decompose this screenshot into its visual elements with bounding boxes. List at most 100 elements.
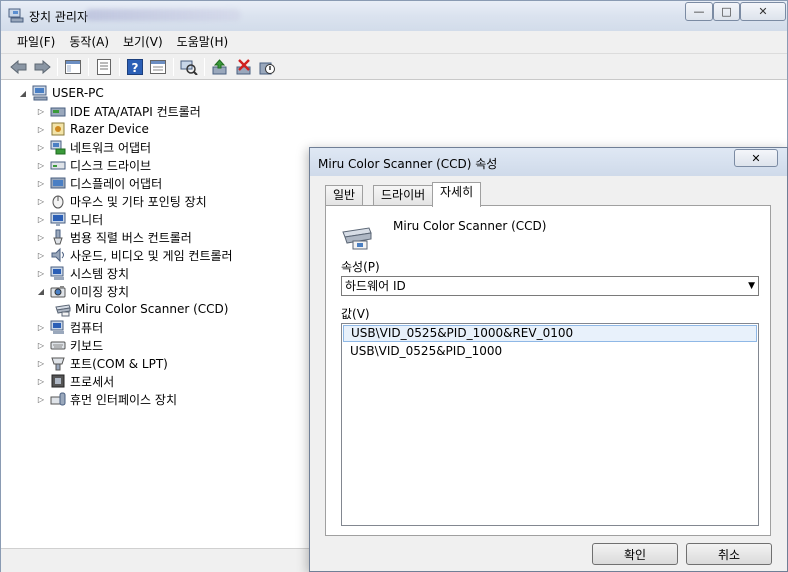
expand-arrow-icon[interactable]: ▷: [36, 340, 46, 350]
tree-item-label: 사운드, 비디오 및 게임 컨트롤러: [70, 248, 233, 263]
close-button[interactable]: ✕: [740, 2, 786, 21]
dialog-title: Miru Color Scanner (CCD) 속성: [318, 157, 498, 171]
help-icon[interactable]: ?: [126, 58, 144, 76]
tree-child-item[interactable]: Miru Color Scanner (CCD): [55, 300, 228, 318]
tree-item-label: IDE ATA/ATAPI 컨트롤러: [70, 104, 201, 119]
tree-item[interactable]: ▷ 마우스 및 기타 포인팅 장치: [36, 192, 207, 210]
minimize-button[interactable]: —: [685, 2, 713, 21]
maximize-button[interactable]: □: [713, 2, 740, 21]
tree-item-label: 키보드: [70, 338, 104, 353]
list-item[interactable]: USB\VID_0525&PID_1000: [343, 343, 757, 360]
tree-item[interactable]: ▷ 키보드: [36, 336, 103, 354]
tab-details[interactable]: 자세히: [432, 182, 482, 207]
razer-device-icon: [51, 122, 65, 136]
system-device-icon: [50, 266, 64, 280]
ide-controller-icon: [50, 107, 66, 117]
update-driver-icon[interactable]: [211, 58, 229, 76]
tree-item[interactable]: ▷ 네트워크 어댑터: [36, 138, 151, 156]
tree-item-label: 범용 직렬 버스 컨트롤러: [70, 230, 192, 245]
tab-driver[interactable]: 드라이버: [373, 185, 434, 206]
tree-root[interactable]: ◢ USER-PC: [18, 84, 104, 102]
tree-item[interactable]: ▷ 포트(COM & LPT): [36, 354, 168, 372]
scanner-icon: [342, 227, 372, 250]
forward-arrow-icon[interactable]: [33, 58, 51, 76]
tree-item[interactable]: ▷ 디스플레이 어댑터: [36, 174, 162, 192]
tree-item[interactable]: ▷ IDE ATA/ATAPI 컨트롤러: [36, 102, 201, 120]
tree-item-label: 네트워크 어댑터: [70, 140, 152, 155]
collapse-arrow-icon[interactable]: ◢: [36, 286, 46, 296]
display-adapter-icon: [50, 177, 66, 189]
tree-item-label: 이미징 장치: [70, 284, 130, 299]
properties-icon[interactable]: [95, 58, 113, 76]
property-dropdown[interactable]: 하드웨어 ID ▼: [341, 276, 759, 296]
tree-item[interactable]: ▷ 컴퓨터: [36, 318, 103, 336]
tab-general[interactable]: 일반: [325, 185, 364, 206]
expand-arrow-icon[interactable]: ▷: [36, 178, 46, 188]
disable-device-icon[interactable]: [258, 58, 276, 76]
expand-arrow-icon[interactable]: ▷: [36, 394, 46, 404]
expand-arrow-icon[interactable]: ▷: [36, 124, 46, 134]
expand-arrow-icon[interactable]: ▷: [36, 376, 46, 386]
device-manager-icon: [8, 8, 24, 23]
tree-item-label: 시스템 장치: [70, 266, 130, 281]
tree-item[interactable]: ▷ Razer Device: [36, 120, 149, 138]
menu-file[interactable]: 파일(F): [10, 31, 62, 53]
expand-arrow-icon[interactable]: ▷: [36, 142, 46, 152]
expand-arrow-icon[interactable]: ▷: [36, 358, 46, 368]
collapse-arrow-icon[interactable]: ◢: [18, 88, 28, 98]
network-adapter-icon: [50, 140, 66, 155]
computer-icon: [50, 320, 64, 334]
expand-arrow-icon[interactable]: ▷: [36, 268, 46, 278]
expand-arrow-icon[interactable]: ▷: [36, 214, 46, 224]
expand-arrow-icon[interactable]: ▷: [36, 232, 46, 242]
menu-view[interactable]: 보기(V): [116, 31, 170, 53]
scanner-icon: [55, 304, 71, 317]
sound-icon: [51, 247, 64, 263]
list-item[interactable]: USB\VID_0525&PID_1000&REV_0100: [343, 325, 757, 342]
dropdown-arrow-icon[interactable]: ▼: [748, 277, 755, 295]
tree-item[interactable]: ▷ 프로세서: [36, 372, 114, 390]
show-hide-console-tree-icon[interactable]: [64, 58, 82, 76]
cancel-button[interactable]: 취소: [686, 543, 772, 565]
tree-item[interactable]: ▷ 사운드, 비디오 및 게임 컨트롤러: [36, 246, 233, 264]
tree-item[interactable]: ▷ 범용 직렬 버스 컨트롤러: [36, 228, 192, 246]
uninstall-icon[interactable]: [235, 58, 253, 76]
keyboard-icon: [50, 341, 66, 350]
title-bar[interactable]: 장치 관리자 — □ ✕: [1, 1, 787, 31]
svg-text:?: ?: [132, 61, 139, 75]
tree-item-label: Razer Device: [70, 122, 149, 136]
expand-arrow-icon[interactable]: ▷: [36, 106, 46, 116]
processor-icon: [51, 374, 65, 388]
tree-item-label: 컴퓨터: [70, 320, 104, 335]
scan-hardware-icon[interactable]: [180, 58, 198, 76]
ok-button[interactable]: 확인: [592, 543, 678, 565]
tree-item-label: 마우스 및 기타 포인팅 장치: [70, 194, 207, 209]
expand-arrow-icon[interactable]: ▷: [36, 322, 46, 332]
value-list[interactable]: USB\VID_0525&PID_1000&REV_0100 USB\VID_0…: [341, 323, 759, 526]
expand-arrow-icon[interactable]: ▷: [36, 196, 46, 206]
menu-help[interactable]: 도움말(H): [170, 31, 236, 53]
menu-bar: 파일(F) 동작(A) 보기(V) 도움말(H): [1, 31, 787, 53]
mouse-icon: [52, 195, 64, 209]
tree-item-label: 프로세서: [70, 374, 115, 389]
expand-arrow-icon[interactable]: ▷: [36, 160, 46, 170]
tree-item[interactable]: ▷ 시스템 장치: [36, 264, 129, 282]
tree-item-label: 포트(COM & LPT): [70, 356, 168, 371]
tree-item[interactable]: ▷ 디스크 드라이브: [36, 156, 151, 174]
device-name: Miru Color Scanner (CCD): [393, 219, 547, 233]
tree-item-label: 모니터: [70, 212, 104, 227]
tree-item[interactable]: ◢ 이미징 장치: [36, 282, 129, 300]
back-arrow-icon[interactable]: [10, 58, 28, 76]
tree-item-label: 휴먼 인터페이스 장치: [70, 392, 177, 407]
tree-item[interactable]: ▷ 모니터: [36, 210, 103, 228]
expand-arrow-icon[interactable]: ▷: [36, 250, 46, 260]
imaging-device-icon: [50, 286, 66, 298]
view-window-icon[interactable]: [149, 58, 167, 76]
menu-action[interactable]: 동작(A): [62, 31, 116, 53]
tree-item[interactable]: ▷ 휴먼 인터페이스 장치: [36, 390, 177, 408]
tree-item-label: 디스플레이 어댑터: [70, 176, 163, 191]
toolbar: ?: [1, 53, 787, 80]
dialog-title-bar[interactable]: Miru Color Scanner (CCD) 속성 ✕: [310, 148, 787, 176]
tree-root-label: USER-PC: [52, 86, 104, 100]
dialog-close-button[interactable]: ✕: [734, 149, 778, 167]
